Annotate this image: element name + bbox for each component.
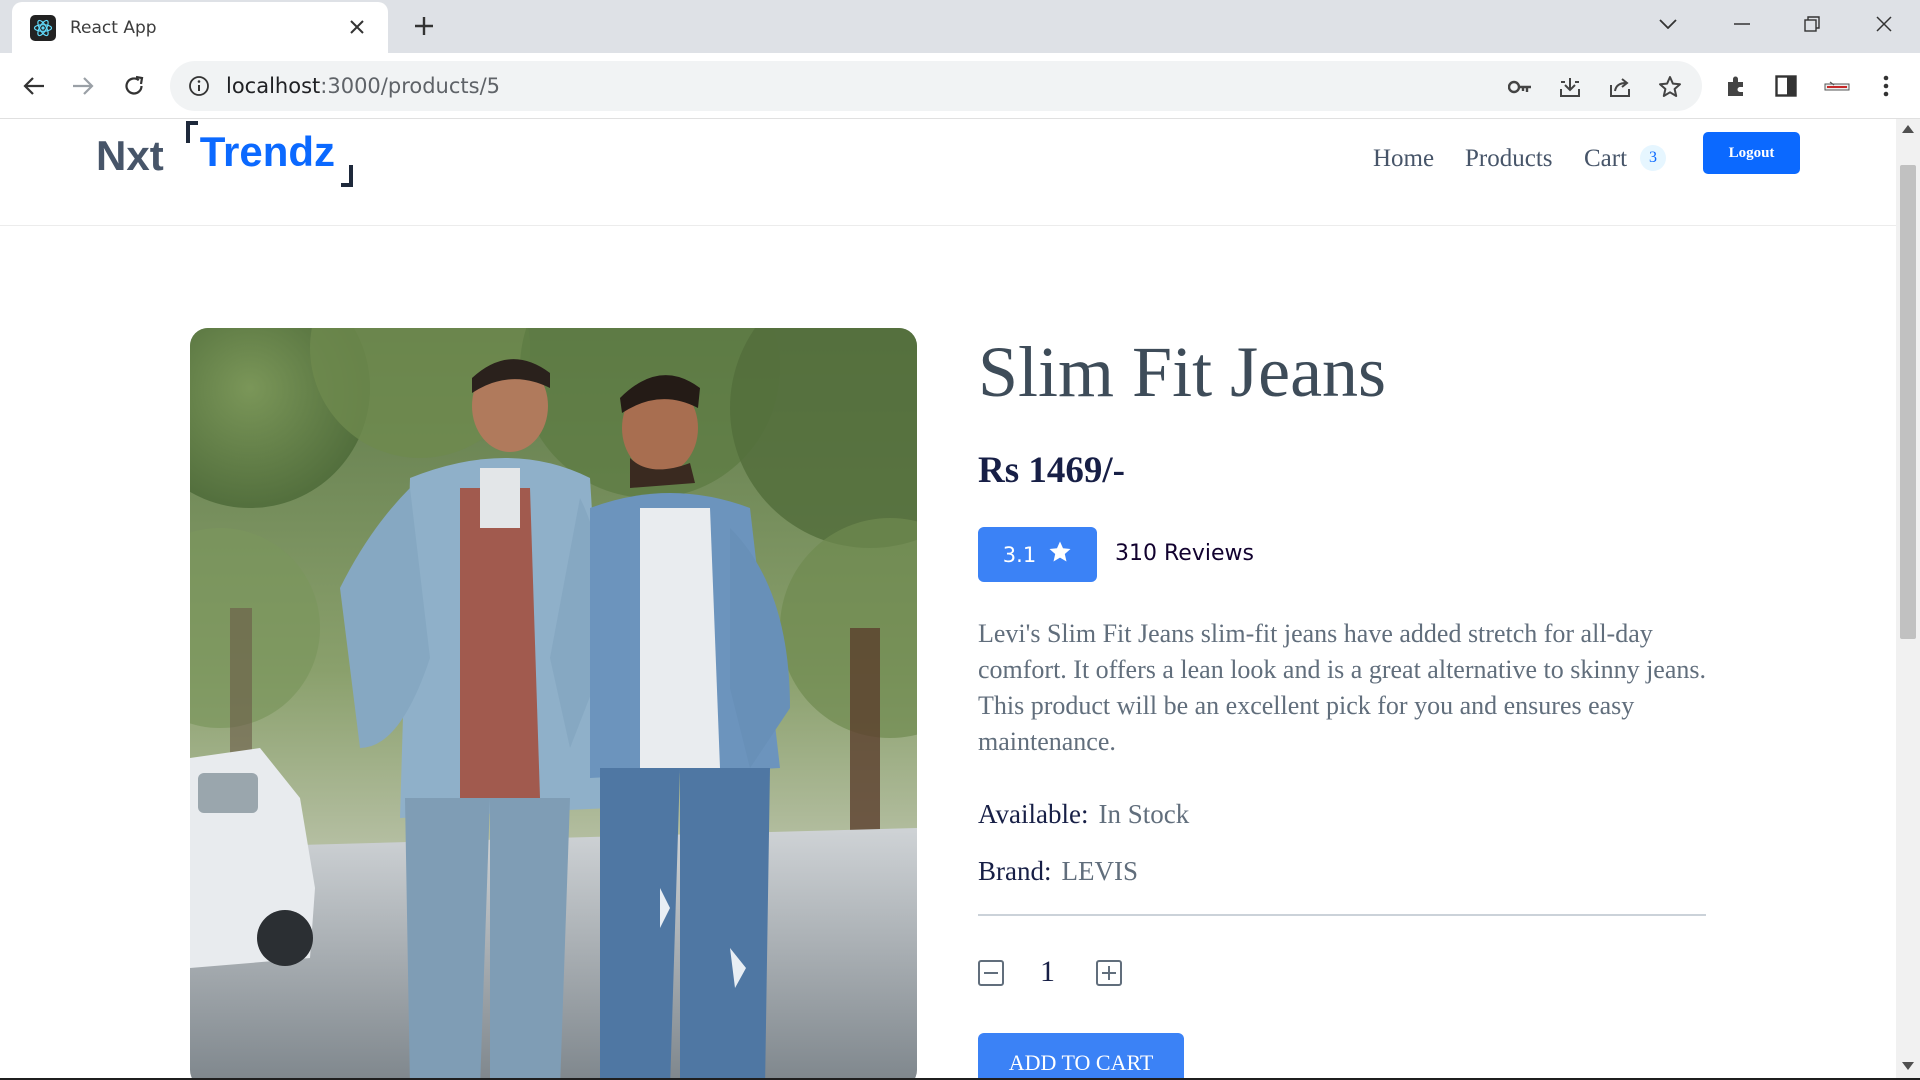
page-viewport: Nxt Trendz Home Products Cart 3 Logout S… — [0, 119, 1896, 1080]
product-image — [190, 328, 917, 1080]
availability-row: Available: In Stock — [978, 799, 1189, 830]
browser-tabstrip: React App — [0, 0, 1920, 53]
product-price: Rs 1469/- — [978, 450, 1125, 491]
brand-label: Brand: — [978, 856, 1052, 886]
close-window-icon[interactable] — [1864, 6, 1904, 42]
forward-icon[interactable] — [64, 67, 102, 105]
quantity-value: 1 — [1040, 955, 1055, 988]
bookmark-star-icon[interactable] — [1656, 73, 1684, 101]
nav-home-link[interactable]: Home — [1373, 145, 1434, 173]
product-description: Levi's Slim Fit Jeans slim-fit jeans hav… — [978, 619, 1706, 756]
rating-value: 3.1 — [1002, 542, 1037, 567]
menu-kebab-icon[interactable] — [1872, 72, 1900, 100]
plus-square-icon[interactable] — [1096, 960, 1122, 986]
key-icon[interactable] — [1506, 73, 1534, 101]
profile-avatar-icon[interactable] — [1823, 72, 1851, 100]
nav-products-link[interactable]: Products — [1465, 145, 1553, 173]
browser-tab[interactable]: React App — [12, 2, 388, 53]
reviews-count: 310 Reviews — [1115, 541, 1254, 566]
side-panel-icon[interactable] — [1772, 72, 1800, 100]
nav-cart-link[interactable]: Cart — [1584, 145, 1627, 173]
rating-badge: 3.1 — [978, 527, 1097, 582]
section-divider — [978, 914, 1706, 916]
share-icon[interactable] — [1606, 73, 1634, 101]
tab-title: React App — [70, 17, 157, 38]
extensions-icon[interactable] — [1722, 72, 1750, 100]
scroll-thumb[interactable] — [1900, 165, 1916, 639]
cart-count-badge: 3 — [1640, 145, 1666, 171]
add-to-cart-button[interactable]: ADD TO CART — [978, 1033, 1184, 1080]
site-info-icon[interactable] — [186, 73, 212, 99]
url-text: localhost:3000/products/5 — [226, 74, 501, 98]
logo-text-nxt: Nxt — [96, 132, 164, 179]
reload-icon[interactable] — [115, 67, 153, 105]
logout-button[interactable]: Logout — [1703, 132, 1800, 174]
availability-label: Available: — [978, 799, 1089, 829]
minimize-icon[interactable] — [1722, 6, 1762, 42]
address-bar[interactable]: localhost:3000/products/5 — [170, 61, 1702, 111]
brand-row: Brand: LEVIS — [978, 856, 1138, 887]
logo-text-trendz: Trendz — [199, 128, 336, 175]
install-icon[interactable] — [1556, 73, 1584, 101]
minus-square-icon[interactable] — [978, 960, 1004, 986]
star-icon — [1048, 540, 1072, 569]
brand-value: LEVIS — [1061, 856, 1139, 886]
scroll-down-icon[interactable] — [1902, 1062, 1914, 1070]
tab-close-icon[interactable] — [344, 15, 370, 41]
product-title: Slim Fit Jeans — [978, 332, 1387, 412]
scroll-up-icon[interactable] — [1902, 125, 1914, 133]
react-logo-icon — [30, 14, 56, 41]
logo-bracket-box: Trendz — [185, 121, 354, 187]
tab-search-icon[interactable] — [1648, 6, 1688, 42]
page-scrollbar[interactable] — [1896, 119, 1920, 1080]
new-tab-button[interactable] — [406, 8, 442, 44]
restore-icon[interactable] — [1792, 6, 1832, 42]
site-logo[interactable]: Nxt Trendz — [96, 121, 354, 187]
site-header: Nxt Trendz Home Products Cart 3 Logout — [0, 119, 1896, 226]
back-icon[interactable] — [15, 67, 53, 105]
browser-toolbar: localhost:3000/products/5 — [0, 53, 1920, 119]
availability-value: In Stock — [1098, 799, 1190, 829]
